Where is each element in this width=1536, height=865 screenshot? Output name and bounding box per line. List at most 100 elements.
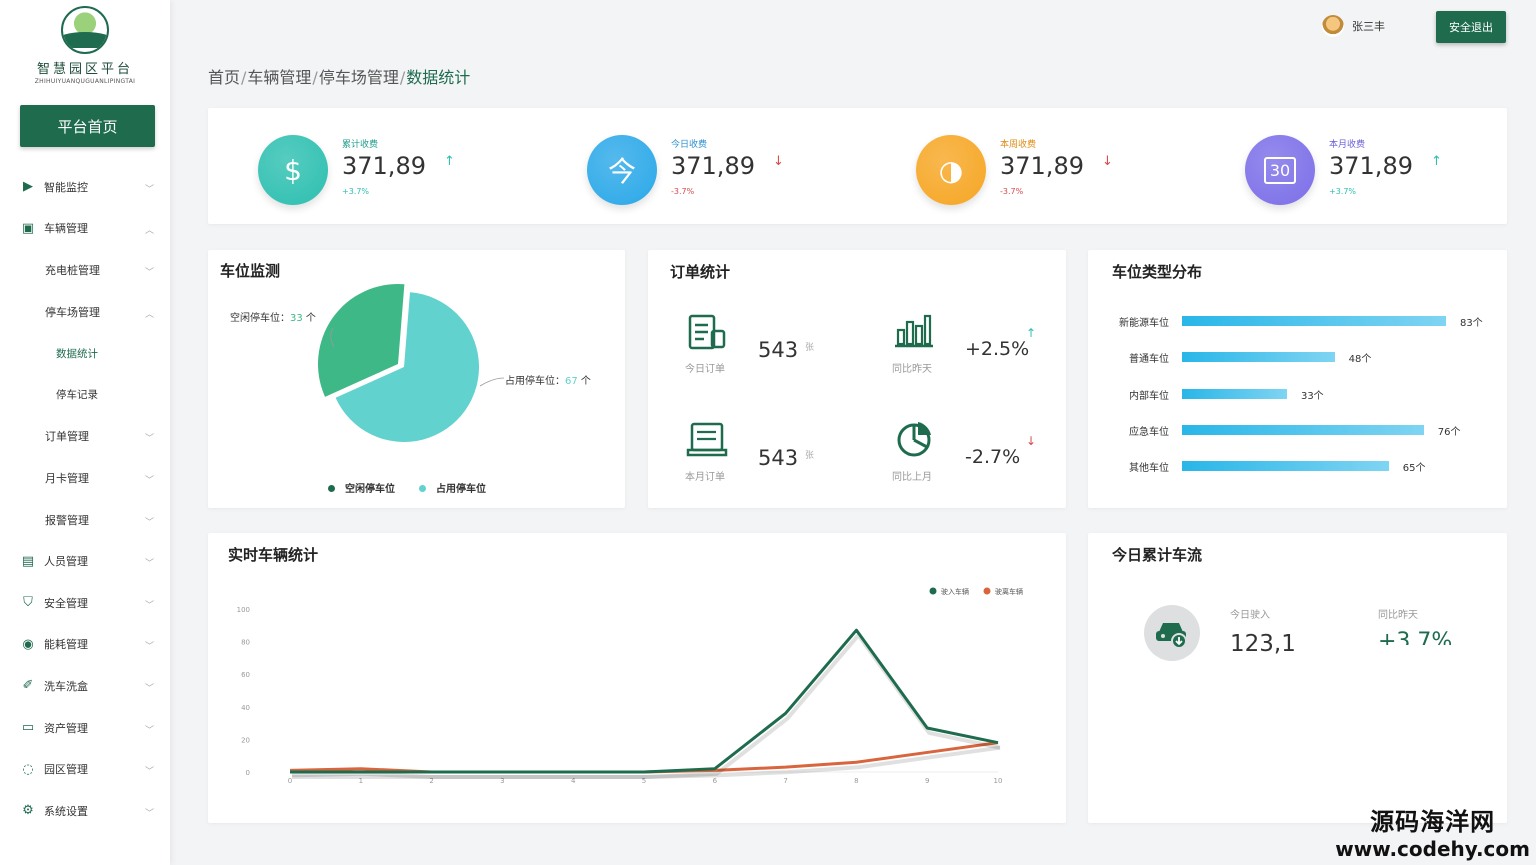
breadcrumb-item-home[interactable]: 首页 — [208, 68, 240, 87]
sidebar-item-5[interactable]: 停车记录 — [0, 374, 170, 416]
legend-marker-0[interactable] — [929, 587, 937, 595]
yoy-day-label: 同比昨天 — [892, 364, 932, 375]
y-tick-label: 0 — [246, 769, 250, 777]
stat-change: -3.7% — [1000, 187, 1024, 196]
today-traffic-card: 今日累计车流 今日驶入 123,1 同比昨天 +3.7% — [1088, 533, 1507, 823]
type-bar[interactable] — [1182, 352, 1335, 362]
sidebar-item-9[interactable]: ▤ 人员管理 ﹀ — [0, 540, 170, 582]
sidebar-menu: ▶ 智能监控 ﹀ ▣ 车辆管理 ︿ 充电桩管理 ﹀ 停车场管理 ︿ 数据统计 停车记录 订单管理 ﹀ 月卡管… — [0, 166, 170, 832]
sidebar-item-7[interactable]: 月卡管理 ﹀ — [0, 457, 170, 499]
receipt-icon — [684, 418, 730, 464]
series-line-1[interactable] — [289, 741, 999, 774]
y-tick-label: 100 — [237, 606, 250, 614]
sidebar-item-14[interactable]: ◌ 园区管理 ﹀ — [0, 748, 170, 790]
legend-occupied[interactable]: 占用停车位 — [419, 480, 486, 495]
sidebar-item-label: 充电桩管理 — [45, 263, 100, 277]
brand-logo: 智慧园区平台 ZHIHUIYUANQUGUANLIPINGTAI — [20, 6, 150, 85]
park-logo-icon — [61, 6, 109, 54]
stat-label: 本月收费 — [1329, 140, 1366, 150]
chevron-down-icon: ﹀ — [144, 683, 154, 694]
type-bar-value: 83个 — [1460, 318, 1483, 329]
sidebar-item-6[interactable]: 订单管理 ﹀ — [0, 416, 170, 458]
type-bar-label: 普通车位 — [1129, 354, 1169, 365]
type-bar-label: 应急车位 — [1129, 427, 1169, 438]
series-line-0[interactable] — [290, 628, 999, 774]
sidebar-item-1[interactable]: ▣ 车辆管理 ︿ — [0, 208, 170, 250]
platform-home-button[interactable]: 平台首页 — [20, 105, 155, 147]
sidebar-item-label: 数据统计 — [56, 347, 98, 360]
type-bar-row: 普通车位 48个 — [1088, 348, 1507, 365]
occupied-leader-line — [479, 377, 505, 387]
type-bar-row: 内部车位 33个 — [1088, 385, 1507, 402]
today-icon: 今 — [587, 135, 657, 205]
legend-free[interactable]: 空闲停车位 — [328, 480, 395, 495]
arrow-down-icon: ↓ — [1026, 434, 1037, 448]
y-tick-label: 20 — [241, 736, 250, 744]
energy-icon: ◉ — [22, 636, 34, 652]
arrow-down-icon: ↓ — [773, 154, 784, 169]
sidebar-item-8[interactable]: 报警管理 ﹀ — [0, 499, 170, 541]
chevron-down-icon: ﹀ — [144, 184, 154, 195]
chevron-down-icon: ﹀ — [144, 767, 154, 778]
type-bar-row: 其他车位 65个 — [1088, 457, 1507, 474]
type-bar-label: 内部车位 — [1129, 391, 1169, 402]
type-bar[interactable] — [1182, 461, 1389, 471]
y-tick-label: 80 — [241, 639, 250, 647]
sidebar-item-13[interactable]: ▭ 资产管理 ﹀ — [0, 707, 170, 749]
stat-value: 371,89 — [671, 152, 755, 180]
parking-legend: 空闲停车位 占用停车位 — [328, 480, 486, 495]
sidebar-item-3[interactable]: 停车场管理 ︿ — [0, 291, 170, 333]
free-spaces-label: 空闲停车位：33 个 — [230, 313, 316, 324]
occupied-spaces-label: 占用停车位：67 个 — [505, 376, 591, 387]
calendar-icon: 30 — [1245, 135, 1315, 205]
sidebar-item-10[interactable]: ⛉ 安全管理 ﹀ — [0, 582, 170, 624]
type-bar-value: 33个 — [1300, 391, 1324, 402]
x-tick-label: 8 — [854, 777, 858, 785]
today-enter-label: 今日驶入 — [1230, 610, 1270, 621]
breadcrumb-item-parking[interactable]: 停车场管理 — [319, 68, 399, 87]
stat-change: +3.7% — [342, 187, 370, 196]
arrow-up-icon: ↑ — [1026, 326, 1037, 340]
chevron-down-icon: ﹀ — [144, 267, 154, 278]
type-bar[interactable] — [1182, 389, 1287, 399]
sidebar-item-12[interactable]: ✐ 洗车洗盒 ﹀ — [0, 665, 170, 707]
sidebar-item-0[interactable]: ▶ 智能监控 ﹀ — [0, 166, 170, 208]
today-yoy-value: +3.7% — [1378, 629, 1453, 645]
people-icon: ▤ — [21, 553, 35, 569]
legend-marker-1[interactable] — [983, 587, 991, 595]
sidebar-item-15[interactable]: ⚙ 系统设置 ﹀ — [0, 790, 170, 832]
y-tick-label: 40 — [241, 704, 250, 712]
type-bar[interactable] — [1182, 316, 1446, 326]
bar-chart-icon — [891, 308, 937, 354]
breadcrumb-item-vehicle[interactable]: 车辆管理 — [247, 68, 311, 87]
sidebar-item-label: 月卡管理 — [45, 471, 89, 485]
sidebar-item-label: 园区管理 — [44, 763, 88, 777]
sidebar-item-4[interactable]: 数据统计 — [0, 332, 170, 374]
type-bar-label: 新能源车位 — [1119, 318, 1169, 329]
user-info[interactable]: 张三丰 — [1322, 15, 1385, 37]
x-tick-label: 0 — [288, 777, 292, 785]
document-icon — [684, 310, 730, 356]
watermark-name: 源码海洋网 — [1370, 808, 1496, 836]
sidebar-item-11[interactable]: ◉ 能耗管理 ﹀ — [0, 624, 170, 666]
revenue-stats-card: $ 累计收费 371,89 +3.7% ↑ 今 今日收费 371,89 -3.7% ↓ ◑ 本周收费 3… — [208, 108, 1507, 224]
type-bar[interactable] — [1182, 425, 1424, 435]
sidebar-item-label: 资产管理 — [44, 721, 88, 735]
orders-title: 订单统计 — [670, 263, 731, 281]
yoy-day-value: +2.5% — [965, 338, 1030, 360]
avatar — [1322, 15, 1344, 37]
realtime-vehicle-card: 实时车辆统计 0 20 40 60 80 100 0 1 2 3 4 5 6 7 8 9 10 驶入车辆 驶离车辆 — [208, 533, 1066, 823]
arrow-up-icon: ↑ — [1431, 154, 1442, 169]
chevron-down-icon: ﹀ — [144, 434, 154, 445]
vehicle-icon: ▣ — [21, 220, 35, 236]
sidebar-item-label: 人员管理 — [44, 555, 88, 569]
pie-chart-icon — [891, 416, 937, 462]
logout-button[interactable]: 安全退出 — [1436, 11, 1506, 43]
legend-label-0: 驶入车辆 — [941, 587, 969, 596]
today-yoy-label: 同比昨天 — [1378, 610, 1418, 621]
sidebar-item-2[interactable]: 充电桩管理 ﹀ — [0, 249, 170, 291]
yoy-month-label: 同比上月 — [892, 472, 932, 483]
x-tick-label: 7 — [783, 777, 787, 785]
x-tick-label: 9 — [925, 777, 929, 785]
money-bag-icon: $ — [258, 135, 328, 205]
